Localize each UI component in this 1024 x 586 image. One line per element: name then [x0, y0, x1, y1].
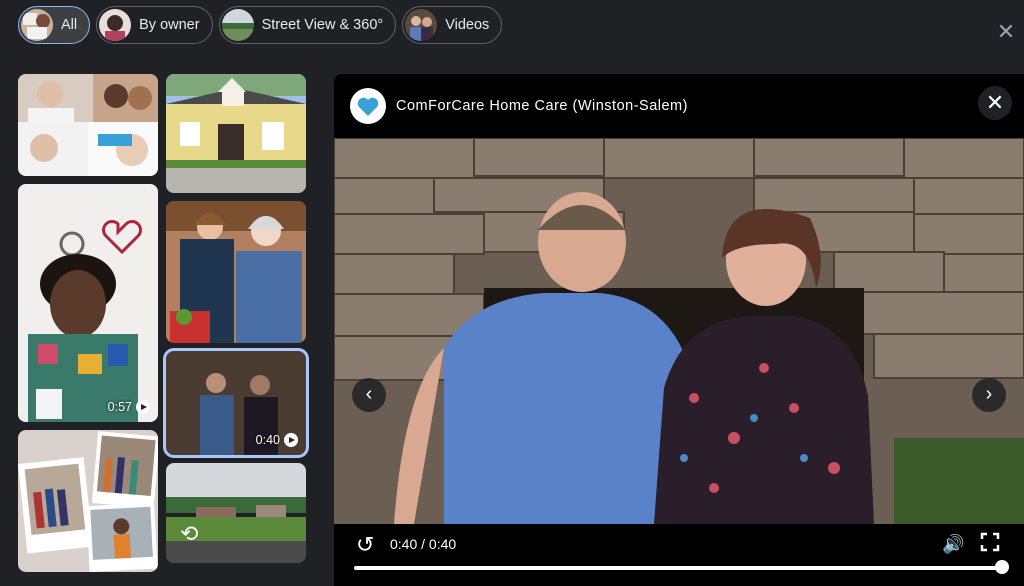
- video-viewer: ComForCare Home Care (Winston-Salem) ✕ ‹…: [334, 74, 1024, 586]
- chip-all[interactable]: All: [18, 6, 91, 44]
- photo-viewer: All By owner Street View & 360° Videos ✕: [0, 0, 1024, 586]
- 360-icon: ⟲: [180, 521, 199, 546]
- replay-icon[interactable]: ↺: [356, 532, 374, 558]
- photo-tile-cooking[interactable]: [166, 201, 306, 343]
- chip-street-view[interactable]: Street View & 360°: [218, 6, 397, 44]
- fullscreen-icon[interactable]: [980, 532, 1000, 552]
- video-tile-selected[interactable]: 0:40: [163, 348, 309, 458]
- video-controls: ↺ 0:40 / 0:40 🔊: [334, 524, 1024, 586]
- previous-arrow-icon[interactable]: ‹: [352, 378, 386, 412]
- filter-chips: All By owner Street View & 360° Videos: [18, 6, 503, 44]
- video-duration: 0:57: [108, 400, 150, 414]
- duration-text: 0:57: [107, 400, 132, 414]
- photo-tile-360[interactable]: ⟲: [166, 463, 306, 563]
- chip-all-label: All: [61, 17, 78, 33]
- video-thumb: [405, 9, 438, 41]
- photo-tile-collage[interactable]: [18, 74, 158, 176]
- chip-street-view-label: Street View & 360°: [261, 17, 384, 33]
- video-frame[interactable]: ‹ ›: [334, 137, 1024, 524]
- chip-videos-label: Videos: [445, 17, 490, 33]
- close-viewer-icon[interactable]: ✕: [978, 86, 1012, 120]
- viewer-header: ComForCare Home Care (Winston-Salem): [334, 74, 1024, 138]
- chip-by-owner[interactable]: By owner: [96, 6, 213, 44]
- duration-text: 0:40: [255, 433, 280, 447]
- next-arrow-icon[interactable]: ›: [972, 378, 1006, 412]
- business-name[interactable]: ComForCare Home Care (Winston-Salem): [396, 98, 688, 114]
- chip-by-owner-label: By owner: [139, 17, 200, 33]
- photo-tile-building[interactable]: [166, 74, 306, 193]
- photo-collage-thumb: [21, 9, 53, 41]
- owner-avatar-thumb: [99, 9, 132, 41]
- volume-icon[interactable]: 🔊: [942, 534, 964, 555]
- video-tile-caregiver[interactable]: 0:57: [18, 184, 158, 422]
- chip-videos[interactable]: Videos: [402, 6, 503, 44]
- play-icon: [284, 433, 298, 447]
- play-icon: [136, 400, 150, 414]
- progress-bar[interactable]: [354, 566, 1002, 570]
- time-display: 0:40 / 0:40: [390, 536, 457, 552]
- close-icon[interactable]: ✕: [994, 20, 1018, 44]
- business-logo[interactable]: [350, 88, 386, 124]
- street-view-thumb: [221, 9, 254, 41]
- progress-handle[interactable]: [995, 560, 1009, 574]
- video-duration: 0:40: [256, 433, 298, 447]
- photo-tile-polaroids[interactable]: [18, 430, 158, 572]
